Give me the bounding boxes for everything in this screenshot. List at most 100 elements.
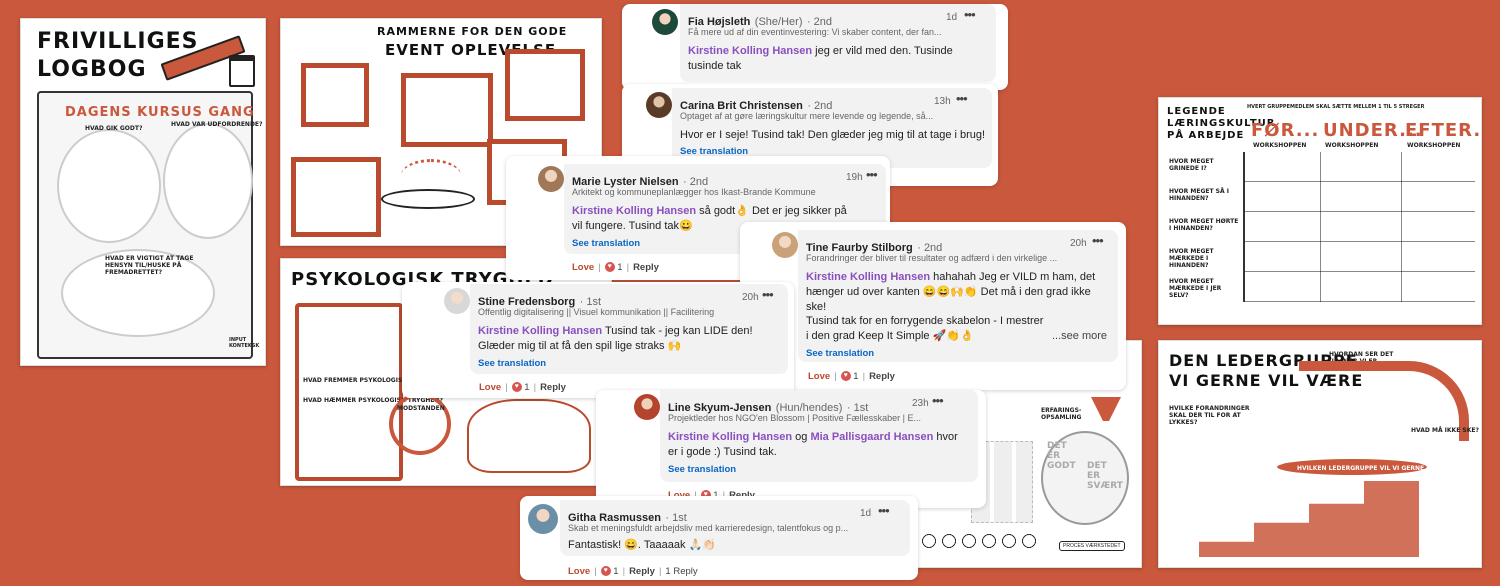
headline: Projektleder hos NGO'en Blossom | Positi… (668, 413, 921, 423)
replies-count-link[interactable]: 1 Reply (665, 566, 697, 577)
frame-1 (301, 63, 369, 127)
mention-link[interactable]: Kirstine Kolling Hansen (572, 205, 696, 217)
legende-sub-2: WORKSHOPPEN (1325, 142, 1379, 149)
love-reaction-button[interactable]: Love (568, 566, 590, 577)
reaction-count[interactable]: 1 (853, 371, 858, 382)
mention-joiner: og (795, 431, 808, 443)
comment-text: Kirstine Kolling Hansen og Mia Pallisgaa… (668, 430, 968, 460)
proces-label: ERFARINGS-OPSAMLING (1041, 407, 1082, 421)
avatar[interactable] (646, 92, 672, 118)
reply-button[interactable]: Reply (633, 262, 659, 273)
reaction-count[interactable]: 1 (613, 566, 618, 577)
stairs-illustration (1199, 481, 1419, 557)
legende-row-4: HVOR MEGET MÆRKEDE I HINANDEN? (1169, 248, 1214, 269)
avatar[interactable] (538, 166, 564, 192)
logbog-kursus: DAGENS KURSUS GANG (65, 105, 255, 120)
comment-text: Kirstine Kolling Hansen hahahah Jeg er V… (806, 270, 1106, 315)
logbog-title-2: LOGBOG (37, 57, 147, 82)
more-options-icon[interactable]: ••• (878, 503, 890, 518)
proces-brand: PROCES VÆRKSTEDET (1059, 541, 1125, 551)
heart-icon: ♥ (511, 382, 522, 393)
more-options-icon[interactable]: ••• (932, 393, 944, 408)
timestamp: 13h (934, 96, 951, 107)
legende-row-2: HVOR MEGET SÅ I HINANDEN? (1169, 188, 1229, 202)
logbog-q2: HVAD VAR UDFORDRENDE? (171, 121, 263, 128)
avatar[interactable] (634, 394, 660, 420)
reply-button[interactable]: Reply (540, 382, 566, 393)
magnifier-illustration (389, 393, 451, 455)
logbog-brand: INPUT KONTEKSK (229, 337, 260, 349)
comment-bubble: Stine Fredensborg · 1st 20h ••• Offentli… (470, 284, 788, 374)
timestamp: 19h (846, 172, 863, 183)
avatar[interactable] (444, 288, 470, 314)
comment-actions: Love|♥ 1|Reply (808, 371, 895, 382)
mention-link[interactable]: Kirstine Kolling Hansen (478, 325, 602, 337)
legende-row-3: HVOR MEGET HØRTE I HINANDEN? (1169, 218, 1239, 232)
headline: Offentlig digitalisering || Visuel kommu… (478, 307, 715, 317)
legende-sub-1: WORKSHOPPEN (1253, 142, 1307, 149)
legende-col-1: FØR... (1251, 120, 1320, 141)
timestamp: 1d (860, 508, 872, 519)
timestamp: 20h (1070, 238, 1087, 249)
heart-icon: ♥ (604, 262, 615, 273)
more-options-icon[interactable]: ••• (762, 287, 774, 302)
see-more-link[interactable]: ...see more (1052, 329, 1107, 344)
frame-4 (291, 157, 381, 237)
avatar[interactable] (528, 504, 558, 534)
headline: Skab et meningsfuldt arbejdsliv med karr… (568, 523, 849, 533)
legende-col-3: EFTER... (1405, 120, 1482, 141)
leder-q1: HVILKE FORANDRINGER SKAL DER TIL FOR AT … (1169, 405, 1250, 426)
comment-text: Hvor er I seje! Tusind tak! Den glæder j… (680, 129, 986, 141)
more-options-icon[interactable]: ••• (866, 167, 878, 182)
see-translation-link[interactable]: See translation (668, 464, 736, 475)
more-options-icon[interactable]: ••• (1092, 233, 1104, 248)
mention-link[interactable]: Kirstine Kolling Hansen (806, 271, 930, 283)
rammerne-title-1: RAMMERNE FOR DEN GODE (377, 25, 568, 38)
love-reaction-button[interactable]: Love (808, 371, 830, 382)
reaction-count[interactable]: 1 (524, 382, 529, 393)
comment-text: Fantastisk! 😄. Taaaaak 🙏🏻👏🏻 (568, 539, 716, 551)
legende-row-5: HVOR MEGET MÆRKEDE I JER SELV? (1169, 278, 1222, 299)
legende-sub-3: WORKSHOPPEN (1407, 142, 1461, 149)
reply-button[interactable]: Reply (629, 566, 655, 577)
heart-icon: ♥ (600, 566, 611, 577)
comment-card-githa: Githa Rasmussen · 1st 1d ••• Skab et men… (520, 496, 918, 580)
funnel-illustration (1091, 397, 1121, 421)
timestamp: 23h (912, 398, 929, 409)
faces-row (921, 531, 1041, 551)
comment-actions: Love|♥ 1|Reply (572, 262, 659, 273)
headline: Forandringer der bliver til resultater o… (806, 253, 1058, 263)
leder-q2: HVAD MÅ IKKE SKE? (1411, 427, 1479, 434)
fireworks-illustration (401, 159, 461, 192)
more-options-icon[interactable]: ••• (956, 91, 968, 106)
see-translation-link[interactable]: See translation (806, 348, 874, 359)
legende-title: LEGENDE LÆRINGSKULTUR PÅ ARBEJDE (1167, 106, 1276, 141)
reaction-count[interactable]: 1 (617, 262, 622, 273)
comment-bubble: Tine Faurby Stilborg · 2nd 20h ••• Foran… (798, 230, 1118, 362)
see-translation-link[interactable]: See translation (478, 358, 546, 369)
mention-link[interactable]: Kirstine Kolling Hansen (668, 431, 792, 443)
love-reaction-button[interactable]: Love (479, 382, 501, 393)
avatar[interactable] (652, 9, 678, 35)
comment-card-tine: Tine Faurby Stilborg · 2nd 20h ••• Foran… (740, 222, 1126, 390)
timestamp: 1d (946, 12, 958, 23)
avatar[interactable] (772, 232, 798, 258)
see-translation-link[interactable]: See translation (572, 238, 640, 249)
mention-link[interactable]: Kirstine Kolling Hansen (688, 45, 812, 57)
comment-card-stine: Stine Fredensborg · 1st 20h ••• Offentli… (402, 282, 794, 398)
reply-button[interactable]: Reply (869, 371, 895, 382)
cloud-top-right (163, 123, 253, 239)
timestamp: 20h (742, 292, 759, 303)
more-options-icon[interactable]: ••• (964, 7, 976, 22)
comment-bubble: Line Skyum-Jensen (Hun/hendes) · 1st 23h… (660, 390, 978, 482)
frame-3 (505, 49, 585, 121)
heart-icon: ♥ (840, 371, 851, 382)
hands-illustration (467, 399, 591, 473)
house-illustration (295, 303, 403, 481)
headline: Få mere ud af din eventinvestering: Vi s… (688, 27, 942, 37)
proces-text-1: DET ER GODT (1047, 441, 1076, 471)
comment-text: Kirstine Kolling Hansen Tusind tak - jeg… (478, 324, 770, 354)
calendar-icon (229, 55, 255, 87)
mention-link-2[interactable]: Mia Pallisgaard Hansen (810, 431, 933, 443)
love-reaction-button[interactable]: Love (572, 262, 594, 273)
